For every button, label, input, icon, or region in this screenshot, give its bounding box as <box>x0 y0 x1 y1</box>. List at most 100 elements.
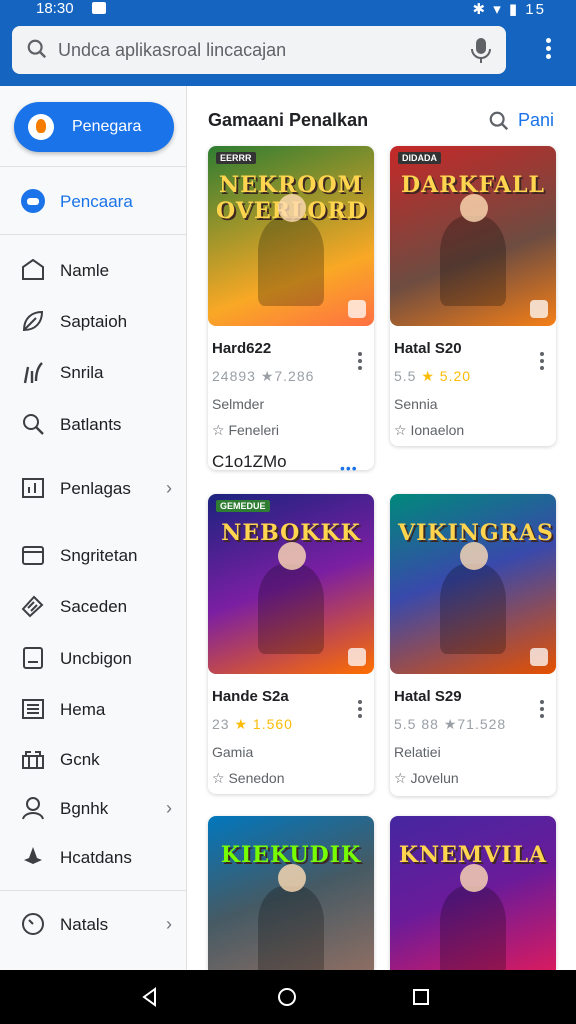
divider <box>0 166 186 167</box>
sidebar-item-4[interactable]: Batlants <box>0 404 186 444</box>
character-art <box>440 864 506 970</box>
home-icon <box>22 258 44 280</box>
leaf-icon <box>22 310 44 332</box>
game-title: Hard622 <box>212 340 272 357</box>
more-options-icon[interactable] <box>540 352 544 370</box>
game-genre: Gamia <box>212 744 254 760</box>
clock-icon <box>22 913 44 935</box>
sidebar-item-9[interactable]: Hema <box>0 689 186 729</box>
search-bar[interactable]: Undca aplikasroal lincacajan <box>12 26 506 74</box>
sidebar-item-10[interactable]: Gcnk <box>0 739 186 779</box>
sidebar-item-12[interactable]: Hcatdans <box>0 837 186 877</box>
play-icon <box>348 648 366 666</box>
microphone-icon[interactable] <box>468 36 494 64</box>
divider <box>0 890 186 891</box>
game-stats: 5.5 88 ★71.528 <box>394 716 507 732</box>
more-options-icon[interactable] <box>358 352 362 370</box>
game-card[interactable]: KIEKUDIK <box>208 816 374 970</box>
chevron-right-icon: › <box>166 478 172 498</box>
sidebar-item-8[interactable]: Uncbigon <box>0 638 186 678</box>
age-badge: DIDADA <box>398 152 441 164</box>
sidebar: Penegara Pencaara Namle Saptaioh Snrila … <box>0 86 187 970</box>
game-genre: Relatiei <box>394 744 441 760</box>
age-badge: EERRR <box>216 152 256 164</box>
sidebar-item-7[interactable]: Saceden <box>0 586 186 626</box>
sidebar-item-0[interactable]: Pencaara <box>0 181 186 221</box>
system-navigation-bar <box>0 970 576 1024</box>
character-art <box>440 194 506 306</box>
back-icon[interactable] <box>140 987 160 1007</box>
game-thumbnail[interactable]: KNEMVILA <box>390 816 556 970</box>
divider <box>0 234 186 235</box>
fab-label: Penegara <box>72 118 142 135</box>
section-title: Gamaani Penalkan <box>208 110 369 130</box>
folder-icon <box>22 546 44 565</box>
game-card[interactable]: EERRR NEKROOM OVERLORD Hard622 24893 ★7.… <box>208 146 374 476</box>
home-button-icon[interactable] <box>277 987 297 1007</box>
game-controller-icon <box>21 189 45 213</box>
loading-dots-icon: ••• <box>340 460 358 476</box>
monitor-icon <box>23 647 43 669</box>
game-genre: Sennia <box>394 396 438 412</box>
sidebar-item-1[interactable]: Namle <box>0 250 186 290</box>
sidebar-item-11[interactable]: Bgnhk › <box>0 788 186 828</box>
sparkle-icon <box>23 362 43 384</box>
game-thumbnail[interactable]: VIKINGRAS <box>390 494 556 674</box>
game-stats: 23 ★ 1.560 <box>212 716 293 732</box>
game-stats: 5.5 ★ 5.20 <box>394 368 472 384</box>
recents-icon[interactable] <box>411 987 431 1007</box>
chevron-right-icon: › <box>166 914 172 934</box>
game-card[interactable]: KNEMVILA <box>390 816 556 970</box>
search-input[interactable]: Undca aplikasroal lincacajan <box>58 40 286 61</box>
sidebar-item-3[interactable]: Snrila <box>0 352 186 392</box>
more-options-icon[interactable] <box>540 700 544 718</box>
game-thumbnail[interactable]: GEMEDUE NEBOKKK <box>208 494 374 674</box>
sidebar-item-5[interactable]: Penlagas › <box>0 468 186 508</box>
game-card[interactable]: GEMEDUE NEBOKKK Hande S2a 23 ★ 1.560 Gam… <box>208 494 374 794</box>
play-icon <box>530 648 548 666</box>
status-bar: 18:30 ✱ ▾ ▮ 15 <box>0 0 576 22</box>
search-icon <box>27 39 47 59</box>
app-bar: 18:30 ✱ ▾ ▮ 15 Undca aplikasroal lincaca… <box>0 0 576 86</box>
game-thumbnail[interactable]: EERRR NEKROOM OVERLORD <box>208 146 374 326</box>
game-title: Hande S2a <box>212 688 289 705</box>
sidebar-item-6[interactable]: Sngritetan <box>0 535 186 575</box>
play-icon <box>530 300 548 318</box>
search-icon <box>23 414 44 435</box>
game-thumbnail[interactable]: KIEKUDIK <box>208 816 374 970</box>
pin-icon <box>24 847 42 864</box>
game-stats: 24893 ★7.286 <box>212 368 315 384</box>
tag-icon <box>21 595 44 618</box>
play-icon <box>348 300 366 318</box>
game-title: Hatal S20 <box>394 340 462 357</box>
character-art <box>258 194 324 306</box>
age-badge: GEMEDUE <box>216 500 270 512</box>
game-tag: ☆ Ionaelon <box>394 422 465 438</box>
gift-icon <box>22 751 44 769</box>
character-art <box>258 542 324 654</box>
chart-icon <box>22 478 44 498</box>
game-card[interactable]: DIDADA DARKFALL Hatal S20 5.5 ★ 5.20 Sen… <box>390 146 556 446</box>
app-logo-icon <box>28 114 54 140</box>
more-options-icon[interactable] <box>546 38 552 62</box>
primary-fab-button[interactable]: Penegara <box>14 102 174 152</box>
sidebar-item-2[interactable]: Saptaioh <box>0 301 186 341</box>
game-genre: Selmder <box>212 396 265 412</box>
newspaper-icon <box>22 699 44 719</box>
more-options-icon[interactable] <box>358 700 362 718</box>
chevron-right-icon: › <box>166 798 172 818</box>
character-art <box>440 542 506 654</box>
person-icon <box>22 797 44 820</box>
see-all-link[interactable]: Pani <box>518 110 554 131</box>
game-card[interactable]: VIKINGRAS Hatal S29 5.5 88 ★71.528 Relat… <box>390 494 556 796</box>
notification-icon <box>92 2 106 14</box>
sidebar-item-13[interactable]: Natals › <box>0 904 186 944</box>
game-tag: ☆ Jovelun <box>394 770 459 786</box>
status-icons: ✱ ▾ ▮ 15 <box>472 1 546 18</box>
search-icon[interactable] <box>488 110 510 132</box>
game-tag: ☆ Feneleri <box>212 422 280 438</box>
status-time: 18:30 <box>36 0 74 17</box>
character-art <box>258 864 324 970</box>
game-thumbnail[interactable]: DIDADA DARKFALL <box>390 146 556 326</box>
game-tag: ☆ Senedon <box>212 770 285 786</box>
